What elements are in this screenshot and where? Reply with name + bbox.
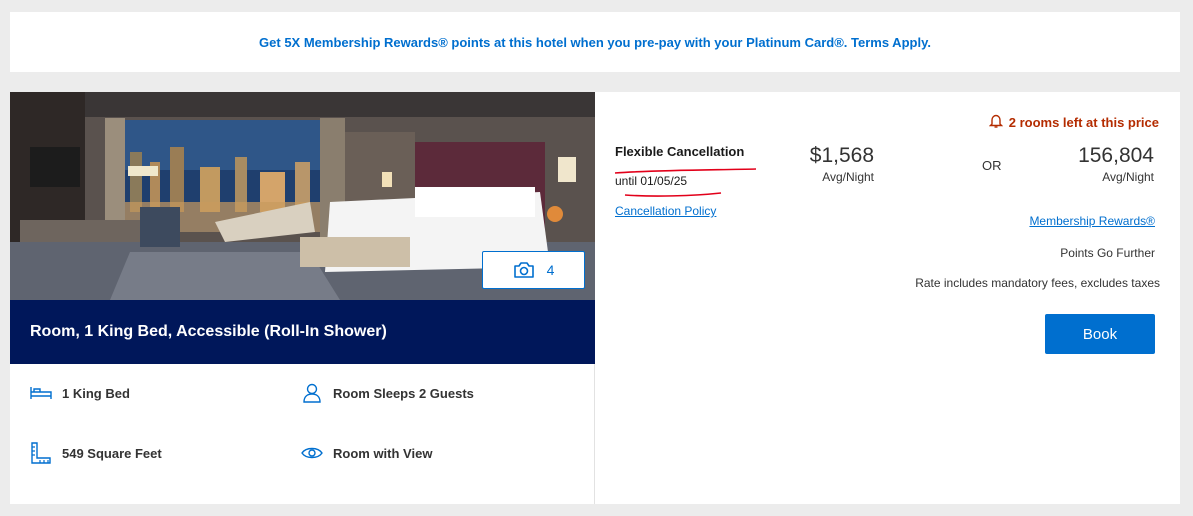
room-card: 4 Room, 1 King Bed, Accessible (Roll-In … [10,92,1180,504]
points-price: 156,804 Avg/Night [1078,144,1154,184]
ruler-icon [30,442,52,464]
cancellation-until: until 01/05/25 [615,174,688,188]
feature-bed-label: 1 King Bed [62,385,130,401]
photo-gallery-button[interactable]: 4 [482,251,585,289]
cash-price-sub: Avg/Night [822,170,874,184]
feature-size-label: 549 Square Feet [62,445,162,461]
cancellation-policy-link[interactable]: Cancellation Policy [615,204,716,218]
feature-size: 549 Square Feet [30,442,162,464]
rooms-left-alert: 2 rooms left at this price [988,113,1159,132]
feature-view-label: Room with View [333,445,433,461]
rate-note: Rate includes mandatory fees, excludes t… [915,276,1160,290]
feature-view: Room with View [301,442,432,464]
cash-price-amount: $1,568 [809,144,874,167]
photo-count: 4 [546,262,555,278]
or-divider: OR [982,158,1002,173]
red-underline-annotation-2 [624,192,722,197]
membership-rewards-link[interactable]: Membership Rewards® [1029,214,1155,228]
bell-icon [988,113,1003,132]
bed-icon [30,382,52,404]
eye-icon [301,442,323,464]
book-button[interactable]: Book [1045,314,1155,354]
promo-banner[interactable]: Get 5X Membership Rewards® points at thi… [10,12,1180,72]
room-title-bar: Room, 1 King Bed, Accessible (Roll-In Sh… [10,300,595,364]
points-price-sub: Avg/Night [1102,170,1154,184]
rooms-left-text: 2 rooms left at this price [1008,115,1159,130]
points-go-further: Points Go Further [1060,246,1155,260]
room-info: 4 Room, 1 King Bed, Accessible (Roll-In … [10,92,595,504]
feature-sleeps: Room Sleeps 2 Guests [301,382,474,404]
person-icon [301,382,323,404]
promo-text[interactable]: Get 5X Membership Rewards® points at thi… [259,35,931,50]
room-title: Room, 1 King Bed, Accessible (Roll-In Sh… [30,323,387,340]
rate-panel: 2 rooms left at this price Flexible Canc… [595,92,1180,504]
cash-price: $1,568 Avg/Night [810,144,874,184]
room-photo[interactable]: 4 [10,92,595,300]
feature-sleeps-label: Room Sleeps 2 Guests [333,385,474,401]
camera-icon [513,261,535,279]
feature-bed: 1 King Bed [30,382,130,404]
cancellation-title: Flexible Cancellation [615,144,745,159]
points-price-amount: 156,804 [1078,144,1154,167]
